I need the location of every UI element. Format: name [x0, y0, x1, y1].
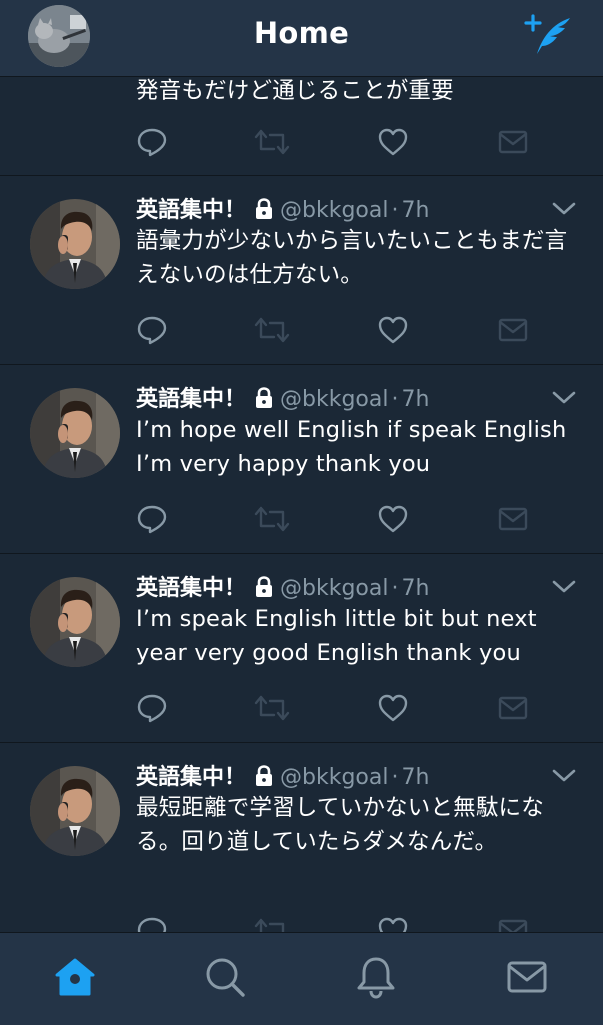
top-nav-bar: Home — [0, 0, 603, 77]
retweet-icon[interactable] — [254, 916, 290, 932]
tweet-actions — [136, 315, 536, 345]
protected-lock-icon — [254, 765, 274, 787]
direct-message-icon[interactable] — [497, 693, 529, 723]
notifications-icon[interactable] — [354, 955, 398, 999]
reply-icon[interactable] — [136, 693, 168, 723]
timeline-feed[interactable]: 発音もだけど通じることが重要 英語集中！ @bkkgoal · 7h 語彙力が少ないか… — [0, 77, 603, 932]
user-avatar[interactable] — [30, 388, 120, 478]
compose-tweet-icon[interactable] — [524, 12, 574, 58]
direct-message-icon[interactable] — [497, 315, 529, 345]
retweet-icon[interactable] — [254, 315, 290, 345]
reply-icon[interactable] — [136, 504, 168, 534]
home-icon[interactable] — [53, 955, 97, 999]
user-avatar[interactable] — [30, 199, 120, 289]
separator-dot: · — [391, 765, 399, 790]
page-title: Home — [253, 16, 350, 50]
tweet-text: I’m hope well English if speak English I… — [136, 417, 567, 477]
timestamp: 7h — [401, 198, 430, 223]
chevron-down-icon[interactable] — [551, 767, 577, 783]
tweet-header: 英語集中！ @bkkgoal · 7h — [136, 759, 429, 793]
reply-icon[interactable] — [136, 315, 168, 345]
like-icon[interactable] — [377, 315, 409, 345]
like-icon[interactable] — [377, 916, 409, 932]
chevron-down-icon[interactable] — [551, 389, 577, 405]
separator-dot: · — [391, 576, 399, 601]
retweet-icon[interactable] — [254, 127, 290, 157]
chevron-down-icon[interactable] — [551, 578, 577, 594]
timestamp: 7h — [401, 576, 430, 601]
tweet-actions — [136, 127, 536, 157]
tweet-header: 英語集中！ @bkkgoal · 7h — [136, 570, 429, 604]
messages-icon[interactable] — [505, 955, 549, 999]
direct-message-icon[interactable] — [497, 127, 529, 157]
user-avatar[interactable] — [30, 766, 120, 856]
protected-lock-icon — [254, 198, 274, 220]
direct-message-icon[interactable] — [497, 504, 529, 534]
display-name[interactable]: 英語集中！ — [136, 198, 246, 223]
retweet-icon[interactable] — [254, 693, 290, 723]
search-icon[interactable] — [203, 955, 247, 999]
separator-dot: · — [391, 387, 399, 412]
tweet-actions — [136, 916, 536, 932]
tweet[interactable]: 英語集中！ @bkkgoal · 7h 最短距離で学習していかないと無駄になる。回り道… — [0, 743, 603, 932]
reply-icon[interactable] — [136, 916, 168, 932]
tweet-header: 英語集中！ @bkkgoal · 7h — [136, 381, 429, 415]
tweet-text: I’m speak English little bit but next ye… — [136, 606, 537, 666]
like-icon[interactable] — [377, 693, 409, 723]
tweet[interactable]: 英語集中！ @bkkgoal · 7h 語彙力が少ないから言いたいこともまだ言えないの… — [0, 176, 603, 365]
tweet-actions — [136, 504, 536, 534]
tweet-text: 最短距離で学習していかないと無駄になる。回り道していたらダメなんだ。 — [136, 795, 544, 855]
tweet-text: 発音もだけど通じることが重要 — [136, 78, 454, 104]
tweet[interactable]: 英語集中！ @bkkgoal · 7h I’m hope well English i… — [0, 365, 603, 554]
user-handle: @bkkgoal — [280, 576, 389, 601]
separator-dot: · — [391, 198, 399, 223]
direct-message-icon[interactable] — [497, 916, 529, 932]
tweet[interactable]: 英語集中！ @bkkgoal · 7h I’m speak English littl… — [0, 554, 603, 743]
bottom-tab-bar — [0, 932, 603, 1025]
user-handle: @bkkgoal — [280, 387, 389, 412]
protected-lock-icon — [254, 387, 274, 409]
tweet-text: 語彙力が少ないから言いたいこともまだ言えないのは仕方ない。 — [136, 228, 568, 288]
protected-lock-icon — [254, 576, 274, 598]
like-icon[interactable] — [377, 504, 409, 534]
timestamp: 7h — [401, 765, 430, 790]
timestamp: 7h — [401, 387, 430, 412]
tweet-header: 英語集中！ @bkkgoal · 7h — [136, 192, 429, 226]
display-name[interactable]: 英語集中！ — [136, 576, 246, 601]
display-name[interactable]: 英語集中！ — [136, 765, 246, 790]
chevron-down-icon[interactable] — [551, 200, 577, 216]
tweet-partial[interactable]: 発音もだけど通じることが重要 — [0, 77, 603, 176]
user-handle: @bkkgoal — [280, 198, 389, 223]
tweet-actions — [136, 693, 536, 723]
retweet-icon[interactable] — [254, 504, 290, 534]
reply-icon[interactable] — [136, 127, 168, 157]
user-avatar[interactable] — [30, 577, 120, 667]
user-handle: @bkkgoal — [280, 765, 389, 790]
like-icon[interactable] — [377, 127, 409, 157]
display-name[interactable]: 英語集中！ — [136, 387, 246, 412]
